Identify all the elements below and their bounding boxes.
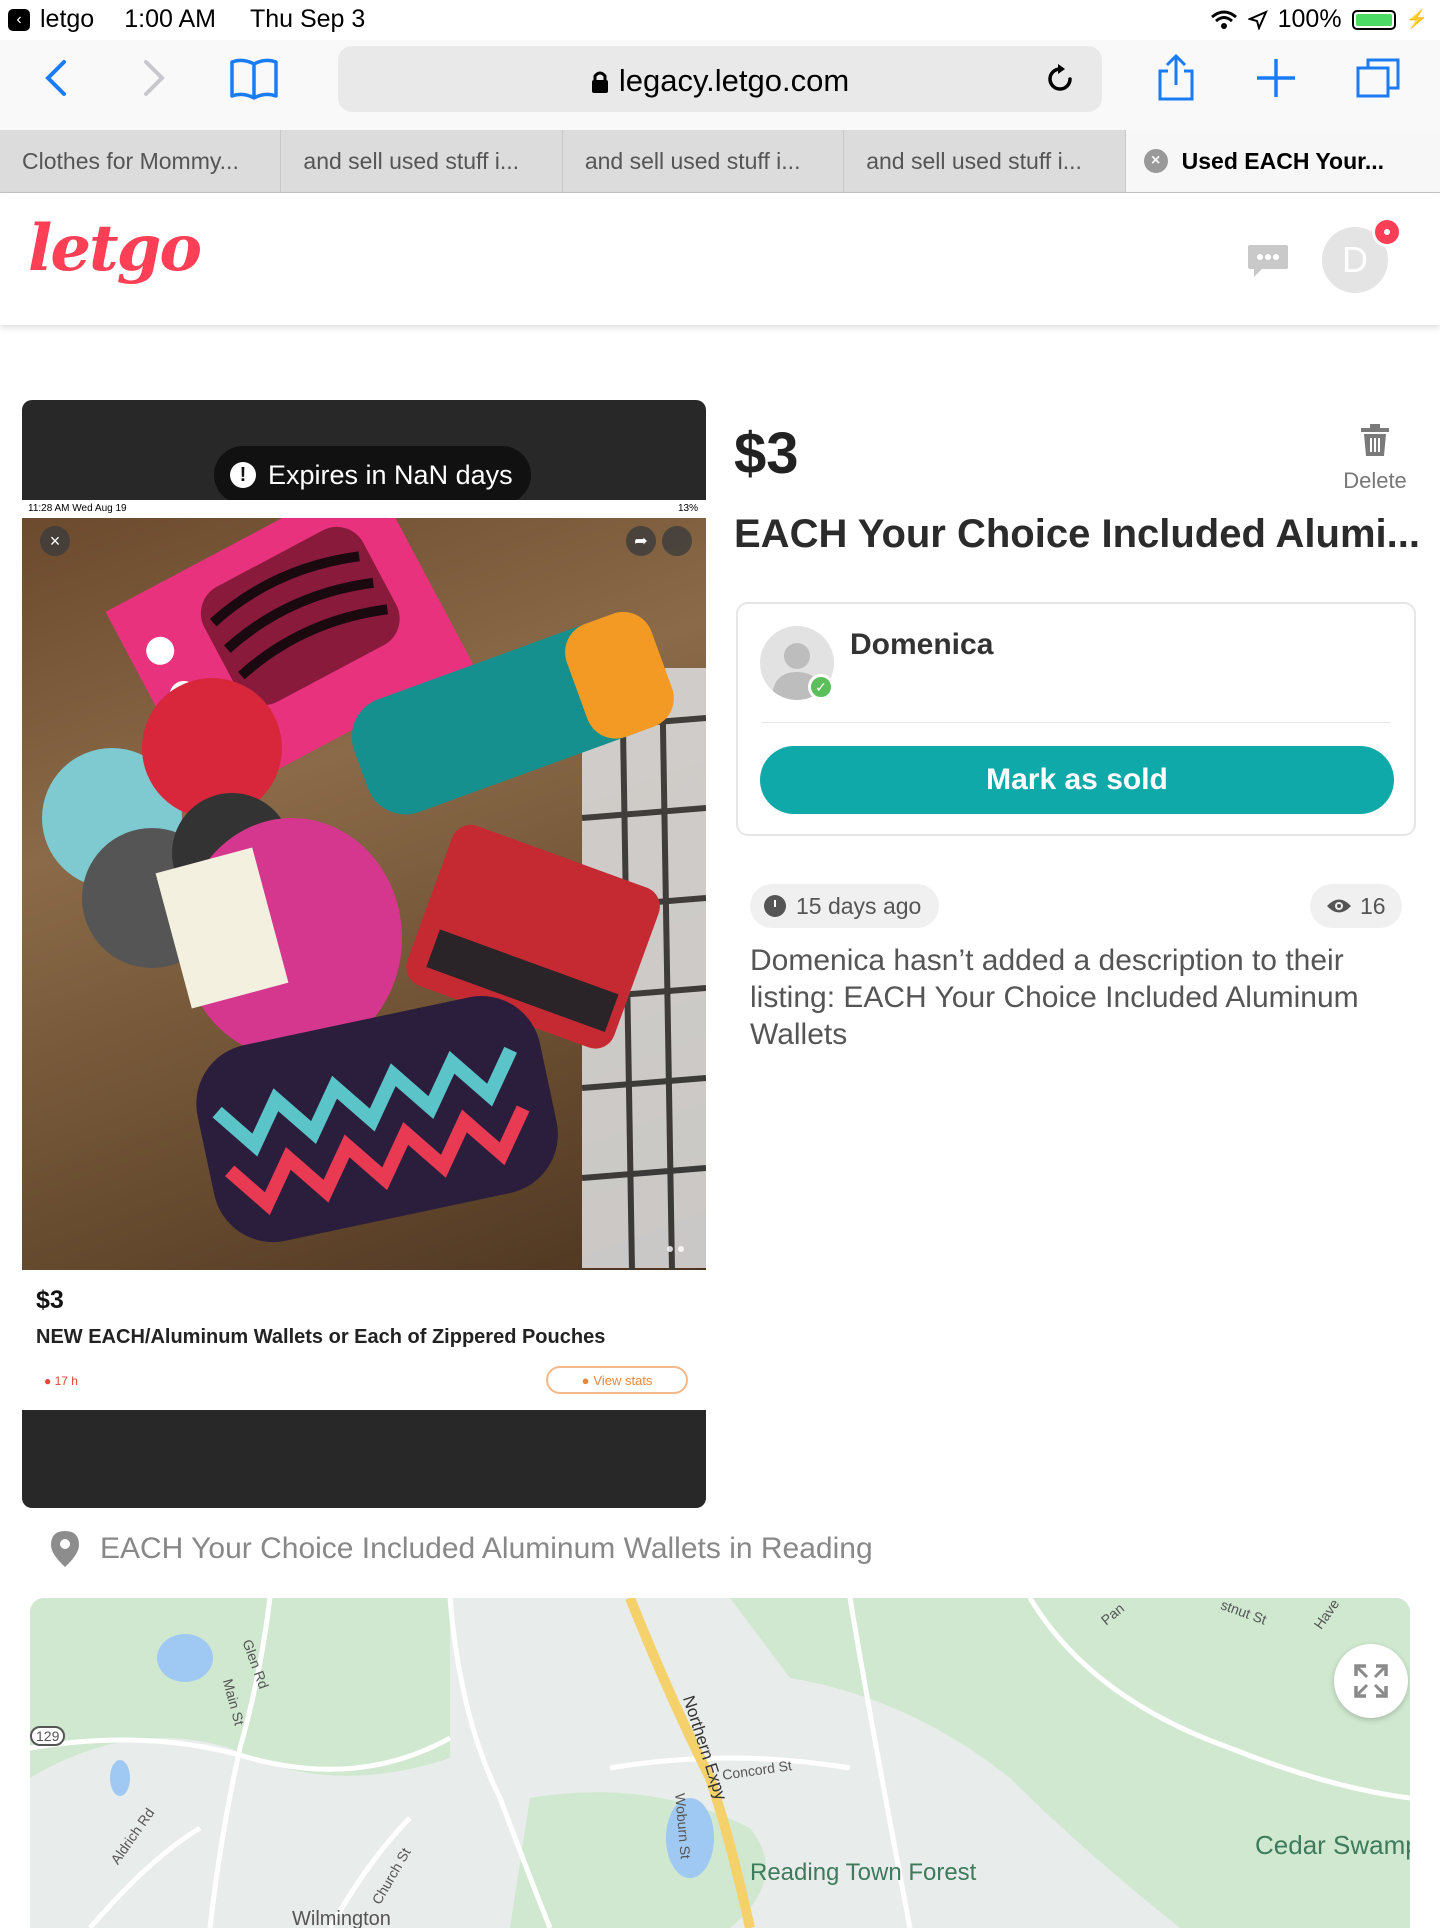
status-time: 1:00 AM <box>124 5 216 33</box>
site-header: letgo D <box>0 193 1440 325</box>
photo-view-stats: ● View stats <box>546 1366 688 1394</box>
close-tab-icon[interactable]: × <box>1143 149 1168 173</box>
url-text: legacy.letgo.com <box>618 63 850 98</box>
tab-label: and sell used stuff i... <box>584 147 801 174</box>
photo-price: $3 <box>36 1286 64 1314</box>
avatar-initial: D <box>1342 239 1368 280</box>
map-label: Wilmington <box>292 1908 391 1928</box>
address-bar[interactable]: legacy.letgo.com <box>338 46 1102 112</box>
location-arrow-icon <box>1247 9 1268 30</box>
location-row: EACH Your Choice Included Aluminum Walle… <box>50 1530 873 1568</box>
listing-image-card[interactable]: ! Expires in NaN days 11:28 AM Wed Aug 1… <box>22 400 706 1508</box>
listing-description: Domenica hasn’t added a description to t… <box>750 944 1359 1051</box>
expand-icon <box>1354 1664 1388 1698</box>
photo-age: ● 17 h <box>44 1374 78 1388</box>
reload-icon <box>1048 64 1072 91</box>
letgo-logo[interactable]: letgo <box>28 211 202 286</box>
tab-label: Used EACH Your... <box>1181 147 1384 174</box>
views-badge: 16 <box>1310 884 1402 928</box>
eye-icon <box>1327 899 1351 913</box>
views-count: 16 <box>1360 892 1386 919</box>
browser-tab[interactable]: Clothes for Mommy... <box>0 130 282 192</box>
status-bar: ‹ letgo 1:00 AM Thu Sep 3 100% ⚡ <box>0 0 1440 40</box>
stats-label: View stats <box>593 1372 653 1388</box>
forward-button[interactable] <box>124 48 184 108</box>
tab-bar: Clothes for Mommy... and sell used stuff… <box>0 130 1440 193</box>
charging-icon: ⚡ <box>1405 9 1428 29</box>
chat-icon[interactable] <box>1246 243 1290 279</box>
carousel-dots <box>667 1246 684 1252</box>
share-icon <box>1158 53 1194 101</box>
product-photo: × ➦ <box>22 518 706 1270</box>
photo-share-icon: ➦ <box>626 526 656 556</box>
posted-time: 15 days ago <box>796 892 922 919</box>
photo-title: NEW EACH/Aluminum Wallets or Each of Zip… <box>36 1326 606 1348</box>
battery-percent: 100% <box>1277 5 1342 33</box>
trash-icon <box>1361 424 1389 456</box>
mark-as-sold-button[interactable]: Mark as sold <box>760 746 1394 814</box>
products-illustration <box>42 518 706 1270</box>
divider <box>762 722 1390 723</box>
browser-tab[interactable]: and sell used stuff i... <box>844 130 1126 192</box>
map-label: Cedar Swamp <box>1255 1830 1410 1860</box>
seller-card: ✓ Domenica Mark as sold <box>736 602 1416 836</box>
expires-label: Expires in NaN days <box>268 459 513 490</box>
share-button[interactable] <box>1146 48 1206 108</box>
map-label: Reading Town Forest <box>750 1859 977 1886</box>
listing-photo[interactable]: 11:28 AM Wed Aug 19 13% × ➦ $3 NEW EACH/… <box>22 500 706 1410</box>
photo-status-battery: 13% <box>677 503 698 514</box>
listing-title: EACH Your Choice Included Alumi... <box>734 512 1418 556</box>
chevron-right-icon <box>144 60 165 96</box>
browser-tab[interactable]: and sell used stuff i... <box>281 130 563 192</box>
delete-button[interactable]: Delete <box>1332 424 1418 494</box>
chevron-left-icon <box>45 60 66 96</box>
verified-icon: ✓ <box>808 674 834 700</box>
bookmarks-button[interactable] <box>224 48 284 108</box>
expires-badge: ! Expires in NaN days <box>214 446 531 504</box>
tab-label: and sell used stuff i... <box>866 147 1082 174</box>
status-date: Thu Sep 3 <box>249 5 366 33</box>
browser-tab[interactable]: and sell used stuff i... <box>563 130 845 192</box>
location-map[interactable]: Glen Rd Main St 129 Aldrich Rd Church St… <box>30 1598 1410 1928</box>
photo-trash-icon <box>662 526 692 556</box>
photo-listing-info: $3 NEW EACH/Aluminum Wallets or Each of … <box>22 1270 706 1410</box>
wifi-icon <box>1210 10 1237 29</box>
alert-icon: ! <box>230 462 256 488</box>
plus-icon <box>1257 59 1295 97</box>
photo-status-bar: 11:28 AM Wed Aug 19 13% <box>22 500 706 518</box>
notification-badge <box>1372 217 1402 247</box>
tabs-icon <box>1356 58 1400 98</box>
listing-price: $3 <box>734 421 799 486</box>
back-app-label[interactable]: letgo <box>40 5 94 34</box>
back-button[interactable] <box>26 48 86 108</box>
map-expand-button[interactable] <box>1334 1644 1408 1718</box>
reload-button[interactable] <box>1030 49 1090 109</box>
clock-icon <box>764 895 786 917</box>
tab-label: Clothes for Mommy... <box>22 147 239 174</box>
delete-label: Delete <box>1343 468 1407 493</box>
seller-name[interactable]: Domenica <box>850 628 993 662</box>
fire-icon: ● <box>44 1374 52 1388</box>
location-text: EACH Your Choice Included Aluminum Walle… <box>100 1532 873 1565</box>
back-to-app-icon[interactable]: ‹ <box>8 8 30 31</box>
photo-age-text: 17 h <box>54 1374 78 1388</box>
tab-label: and sell used stuff i... <box>303 147 520 174</box>
stats-icon: ● <box>581 1372 590 1388</box>
map-pin-icon <box>51 1531 79 1567</box>
posted-time-badge: 15 days ago <box>750 884 940 928</box>
browser-tab-active[interactable]: × Used EACH Your... <box>1125 130 1440 192</box>
tabs-overview-button[interactable] <box>1348 48 1408 108</box>
book-icon <box>230 58 278 100</box>
lock-icon <box>591 71 608 93</box>
map-label: 129 <box>30 1726 66 1746</box>
photo-close-icon: × <box>40 526 70 556</box>
new-tab-button[interactable] <box>1246 48 1306 108</box>
photo-status-time: 11:28 AM Wed Aug 19 <box>28 503 127 514</box>
url-field[interactable]: legacy.letgo.com <box>338 63 1102 99</box>
battery-icon <box>1351 9 1396 30</box>
browser-toolbar: legacy.letgo.com <box>0 40 1440 132</box>
